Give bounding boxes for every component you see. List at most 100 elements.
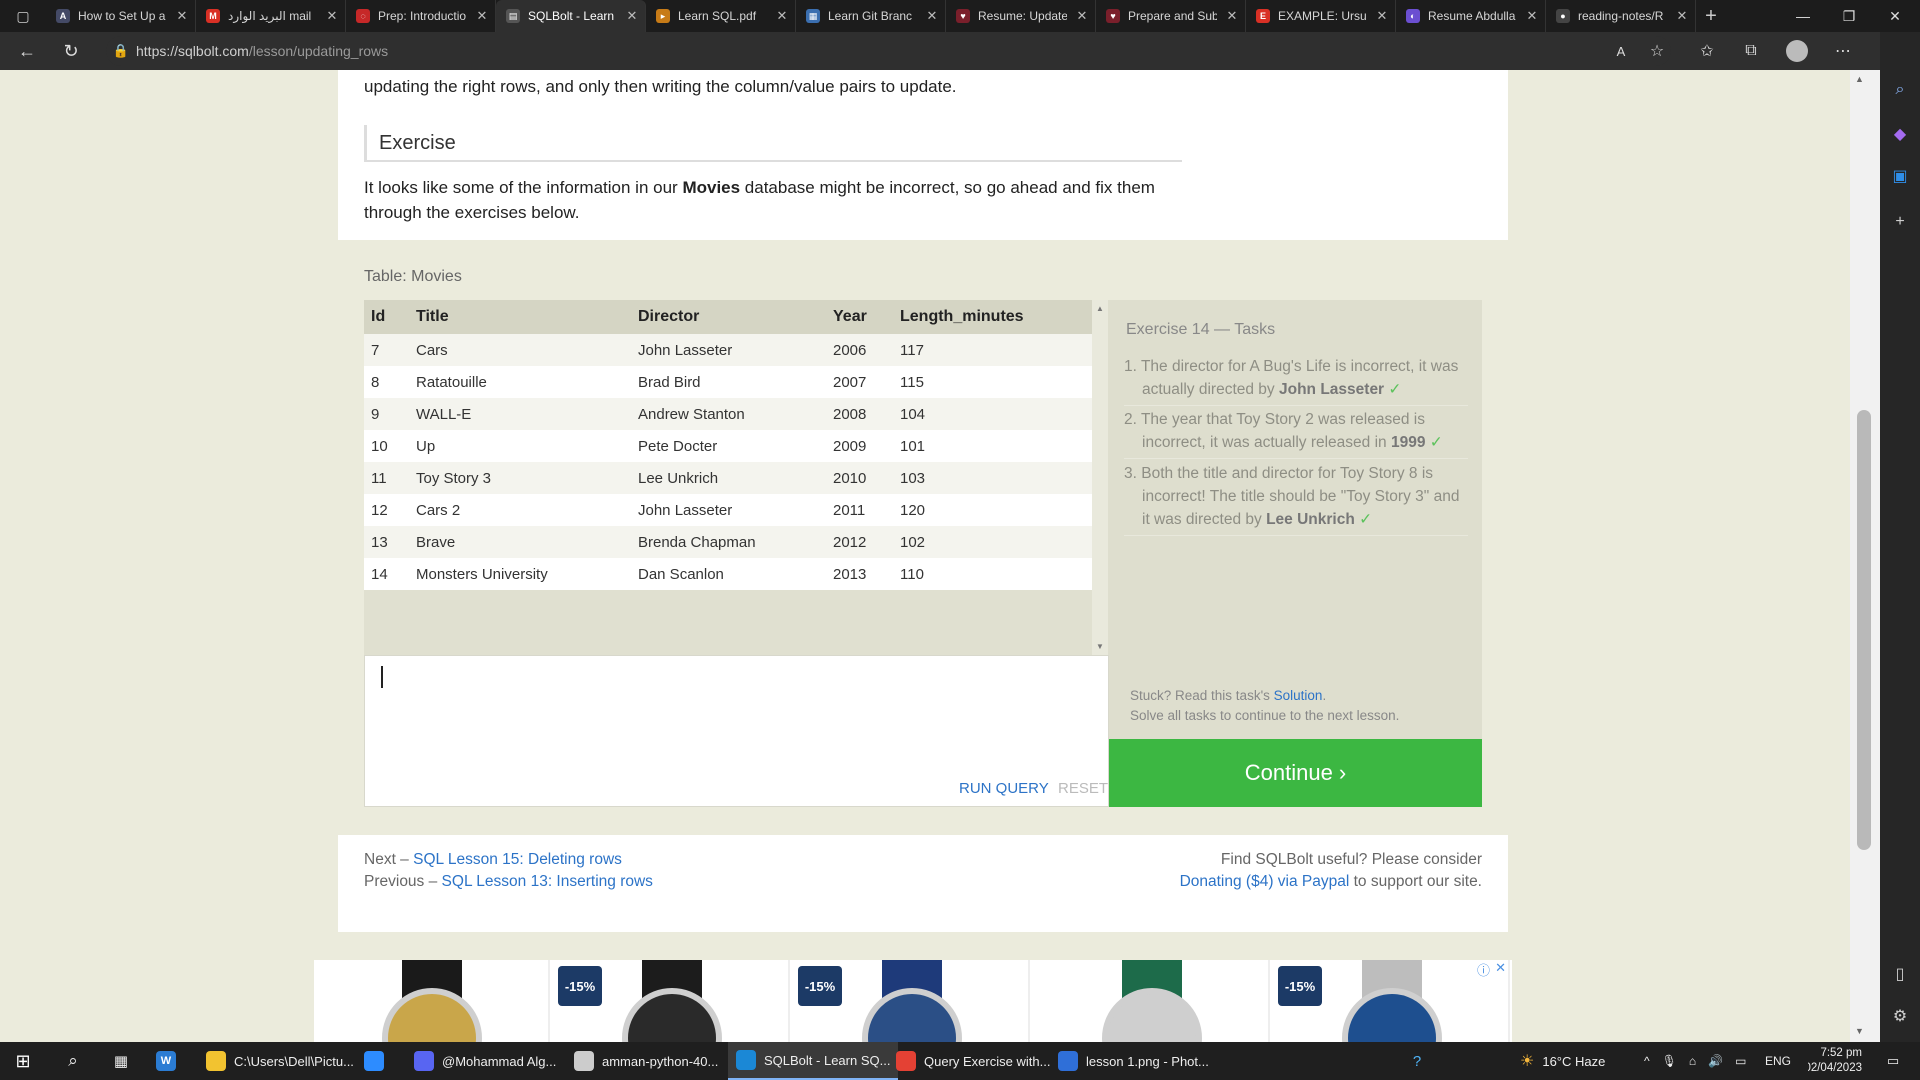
tab-close-icon[interactable]: ✕ — [625, 8, 639, 24]
network-icon[interactable]: ⌂ — [1689, 1054, 1696, 1068]
tab-close-icon[interactable]: ✕ — [1075, 8, 1089, 24]
windows-start-icon[interactable]: ⊞ — [10, 1042, 36, 1080]
settings-icon[interactable]: ⚙ — [1880, 998, 1920, 1034]
table-header-row: Id Title Director Year Length_minutes — [364, 300, 1092, 334]
continue-button[interactable]: Continue › — [1109, 739, 1482, 807]
minimize-icon[interactable]: — — [1780, 0, 1826, 32]
tab-close-icon[interactable]: ✕ — [1525, 8, 1539, 24]
browser-tab[interactable]: E EXAMPLE: Ursul ✕ — [1246, 0, 1396, 32]
battery-icon[interactable]: ▭ — [1735, 1054, 1746, 1068]
table-cell: Dan Scanlon — [631, 558, 826, 590]
table-cell: 10 — [364, 430, 409, 462]
taskbar-app[interactable] — [364, 1042, 384, 1080]
scroll-down-icon[interactable]: ▼ — [1855, 1026, 1864, 1036]
tab-close-icon[interactable]: ✕ — [475, 8, 489, 24]
back-icon[interactable]: ← — [8, 32, 46, 70]
search-icon[interactable]: ⌕ — [1880, 72, 1920, 108]
weather-widget[interactable]: ☀ 16°C Haze — [1520, 1042, 1605, 1080]
profile-icon[interactable] — [1780, 32, 1814, 70]
task-number: 3. — [1124, 465, 1142, 482]
task-check-icon: ✓ — [1384, 381, 1402, 398]
read-aloud-icon[interactable]: A — [1604, 32, 1638, 70]
scroll-up-icon[interactable]: ▲ — [1855, 74, 1864, 84]
outlook-icon[interactable]: ▣ — [1880, 158, 1920, 194]
tab-close-icon[interactable]: ✕ — [1675, 8, 1689, 24]
add-sidebar-app-icon[interactable]: + — [1880, 204, 1920, 240]
tab-close-icon[interactable]: ✕ — [925, 8, 939, 24]
browser-tab-strip: ▢ A How to Set Up a ✕ M البريد الوارد mail ✕ ◌… — [0, 0, 1920, 32]
taskbar-search-icon[interactable]: ⌕ — [60, 1042, 86, 1080]
table-scrollbar[interactable]: ▲ ▼ — [1092, 300, 1108, 655]
games-icon[interactable]: ◆ — [1880, 116, 1920, 152]
collections-icon[interactable]: ⧉ — [1734, 32, 1768, 70]
ad-item[interactable] — [314, 960, 550, 1042]
taskbar-app[interactable]: W — [156, 1042, 176, 1080]
more-icon[interactable]: ⋯ — [1826, 32, 1860, 70]
tab-close-icon[interactable]: ✕ — [775, 8, 789, 24]
notifications-icon[interactable]: ▭ — [1880, 1042, 1906, 1080]
app-icon — [574, 1051, 594, 1071]
sidebar-toggle-icon[interactable]: ▯ — [1880, 956, 1920, 992]
query-editor[interactable]: RUN QUERY RESET — [364, 655, 1109, 807]
browser-tab[interactable]: ◐ Resume Abdulla ✕ — [1396, 0, 1546, 32]
volume-icon[interactable]: 🔊 — [1708, 1054, 1723, 1068]
tab-close-icon[interactable]: ✕ — [325, 8, 339, 24]
lock-icon[interactable]: 🔒 — [106, 43, 136, 59]
taskbar-app[interactable]: C:\Users\Dell\Pictu... — [206, 1042, 354, 1080]
url-field[interactable]: 🔒 https://sqlbolt.com/lesson/updating_ro… — [106, 36, 1671, 66]
donate-link[interactable]: Donating ($4) via Paypal — [1180, 873, 1350, 890]
tab-close-icon[interactable]: ✕ — [175, 8, 189, 24]
ad-item[interactable]: -15% — [554, 960, 790, 1042]
restore-icon[interactable]: ❐ — [1826, 0, 1872, 32]
close-window-icon[interactable]: ✕ — [1872, 0, 1918, 32]
language-indicator[interactable]: ENG — [1765, 1042, 1791, 1080]
previous-lesson-link[interactable]: SQL Lesson 13: Inserting rows — [442, 873, 653, 890]
browser-tab[interactable]: ● reading-notes/R ✕ — [1546, 0, 1696, 32]
ad-item[interactable] — [1034, 960, 1270, 1042]
table-scroll-up-icon[interactable]: ▲ — [1092, 304, 1108, 313]
taskbar-app[interactable]: SQLBolt - Learn SQ... — [728, 1042, 899, 1080]
next-lesson-link[interactable]: SQL Lesson 15: Deleting rows — [413, 851, 622, 868]
help-icon[interactable]: ? — [1404, 1042, 1430, 1080]
browser-tab[interactable]: A How to Set Up a ✕ — [46, 0, 196, 32]
tray-chevron-icon[interactable]: ^ — [1644, 1054, 1650, 1068]
taskbar-app[interactable]: Query Exercise with... — [896, 1042, 1050, 1080]
solution-link[interactable]: Solution — [1274, 688, 1323, 703]
tab-title: Learn SQL.pdf — [678, 9, 757, 23]
ad-close-icon[interactable]: ✕ — [1495, 960, 1506, 976]
ad-item[interactable]: -15% — [794, 960, 1030, 1042]
table-cell: WALL-E — [409, 398, 631, 430]
app-icon — [206, 1051, 226, 1071]
mic-icon[interactable]: 🎙 — [1662, 1054, 1677, 1068]
run-query-button[interactable]: RUN QUERY — [959, 780, 1049, 797]
browser-tab[interactable]: ◌ Prep: Introductio ✕ — [346, 0, 496, 32]
browser-tab[interactable]: M البريد الوارد mail ✕ — [196, 0, 346, 32]
tab-title: EXAMPLE: Ursul — [1278, 9, 1367, 23]
browser-tab[interactable]: ▸ Learn SQL.pdf ✕ — [646, 0, 796, 32]
reset-button[interactable]: RESET — [1058, 780, 1108, 797]
ad-banner[interactable]: -15% -15% -15% ⓘ ✕ — [314, 960, 1512, 1042]
task-view-icon[interactable]: ▦ — [108, 1042, 134, 1080]
ad-item[interactable]: -15% — [1274, 960, 1510, 1042]
new-tab-button[interactable]: + — [1696, 0, 1726, 32]
taskbar-app[interactable]: lesson 1.png - Phot... — [1058, 1042, 1209, 1080]
browser-tab[interactable]: ▦ Learn Git Branc ✕ — [796, 0, 946, 32]
add-favorite-icon[interactable]: ☆ — [1640, 32, 1674, 70]
refresh-icon[interactable]: ↻ — [52, 32, 90, 70]
system-tray[interactable]: ^ 🎙 ⌂ 🔊 ▭ — [1644, 1042, 1746, 1080]
table-scroll-down-icon[interactable]: ▼ — [1092, 642, 1108, 651]
ad-info-icon[interactable]: ⓘ — [1477, 960, 1490, 979]
tab-list: A How to Set Up a ✕ M البريد الوارد mail ✕ ◌ Pr… — [46, 0, 1696, 32]
scrollbar-thumb[interactable] — [1857, 410, 1871, 850]
tab-close-icon[interactable]: ✕ — [1225, 8, 1239, 24]
browser-tab[interactable]: ▤ SQLBolt - Learn ✕ — [496, 0, 646, 32]
tab-close-icon[interactable]: ✕ — [1375, 8, 1389, 24]
browser-tab[interactable]: ♥ Prepare and Sub ✕ — [1096, 0, 1246, 32]
taskbar-app[interactable]: @Mohammad Alg... — [414, 1042, 556, 1080]
table-cell: Andrew Stanton — [631, 398, 826, 430]
clock[interactable]: 7:52 pm 02/04/2023 — [1808, 1042, 1862, 1080]
tab-actions-icon[interactable]: ▢ — [0, 0, 46, 32]
favorites-icon[interactable]: ✩ — [1690, 32, 1724, 70]
browser-tab[interactable]: ♥ Resume: Update ✕ — [946, 0, 1096, 32]
taskbar-app[interactable]: amman-python-40... — [574, 1042, 718, 1080]
